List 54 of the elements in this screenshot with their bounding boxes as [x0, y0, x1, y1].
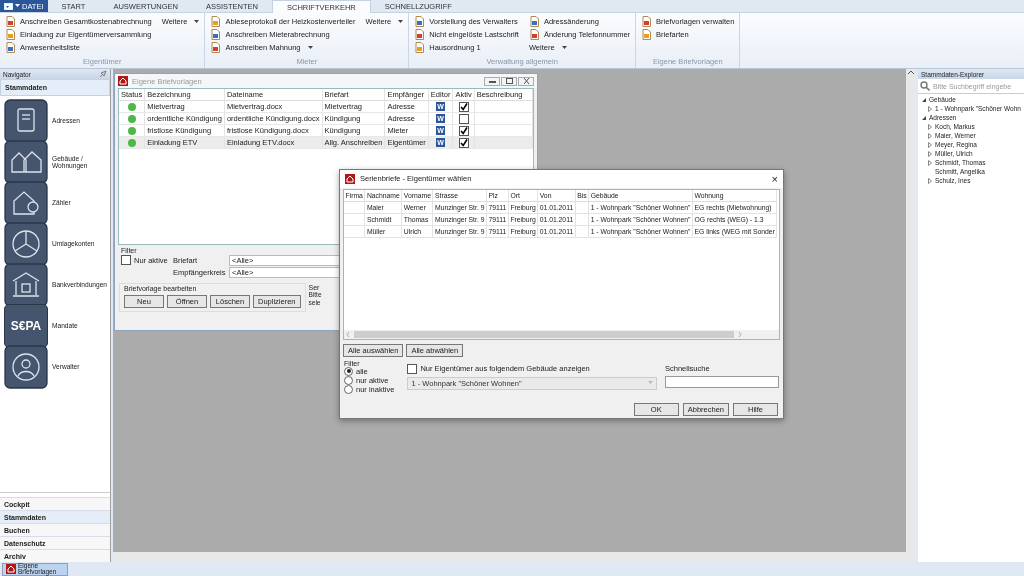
minimize-button[interactable] — [484, 76, 500, 86]
pin-icon[interactable] — [98, 69, 107, 79]
house-gauge-icon — [4, 180, 48, 225]
scrollbar[interactable] — [906, 69, 916, 562]
document-icon — [414, 29, 426, 40]
caret-icon — [398, 19, 404, 24]
document-icon — [5, 42, 16, 53]
maximize-button[interactable] — [501, 76, 517, 86]
document-icon — [210, 16, 222, 27]
search-icon — [920, 81, 930, 91]
document-icon — [5, 29, 16, 40]
close-icon — [522, 78, 530, 84]
document-icon — [641, 16, 653, 27]
document-icon — [528, 16, 540, 27]
radio-button[interactable] — [344, 366, 353, 376]
maximize-icon — [505, 78, 513, 84]
house-icon — [6, 564, 16, 574]
window-icon — [4, 2, 13, 10]
document-icon — [641, 29, 653, 40]
scroll-right-icon[interactable] — [736, 330, 744, 338]
expander-icon[interactable] — [921, 96, 927, 103]
document-icon — [414, 16, 426, 27]
checkbox[interactable] — [121, 255, 131, 265]
scroll-left-icon[interactable] — [344, 330, 352, 338]
checkbox[interactable] — [458, 113, 469, 124]
sepa-icon: S€PA — [4, 303, 48, 348]
document-icon — [210, 42, 222, 53]
caret-icon — [561, 45, 567, 50]
scrollbar[interactable] — [344, 329, 779, 339]
caret-icon — [15, 4, 20, 8]
scroll-up-icon[interactable] — [907, 69, 915, 76]
close-button[interactable]: × — [771, 172, 778, 185]
search-field[interactable] — [665, 375, 779, 388]
person-icon — [4, 344, 48, 389]
expander-icon[interactable] — [921, 114, 927, 121]
scrollbar[interactable] — [113, 552, 906, 562]
radio-button[interactable] — [344, 384, 353, 394]
document-icon — [5, 16, 16, 27]
radio-button[interactable] — [344, 375, 353, 385]
notebook-icon — [4, 98, 48, 143]
document-icon — [414, 42, 426, 53]
checkbox[interactable] — [458, 125, 469, 136]
caret-icon — [648, 381, 653, 386]
house-icon — [345, 173, 355, 184]
document-icon — [210, 29, 222, 40]
bank-icon — [4, 262, 48, 307]
close-button[interactable] — [518, 76, 534, 86]
houses-icon — [4, 139, 48, 184]
caret-icon — [194, 19, 200, 24]
document-icon — [528, 29, 540, 40]
caret-icon — [307, 45, 313, 50]
checkbox[interactable] — [458, 101, 469, 112]
checkbox[interactable] — [458, 137, 469, 148]
minimize-icon — [488, 78, 496, 84]
